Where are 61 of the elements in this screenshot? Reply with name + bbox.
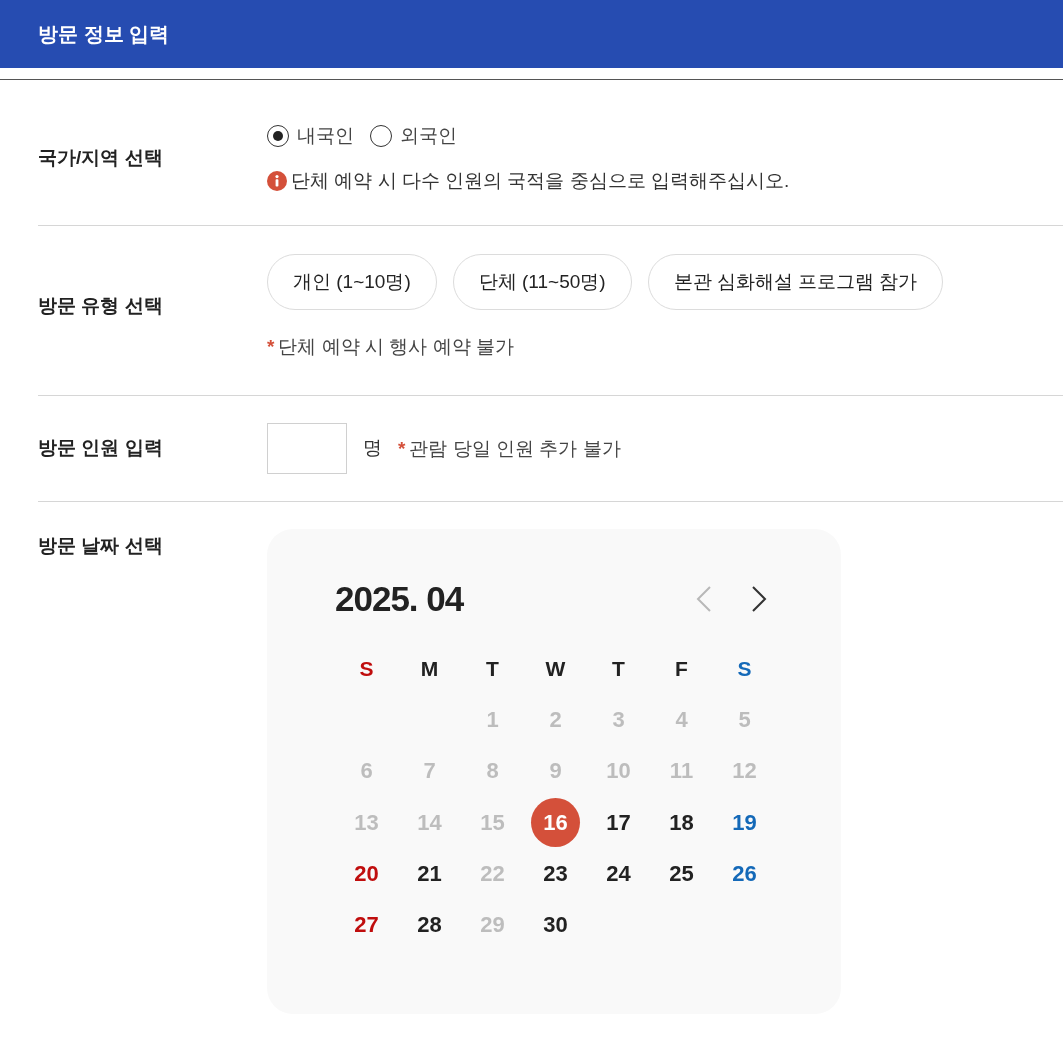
calendar-day[interactable]: 23 <box>531 848 580 898</box>
calendar-day: 15 <box>468 797 517 847</box>
weekday-label: T <box>612 655 625 682</box>
note-text: 관람 당일 인원 추가 불가 <box>409 436 621 461</box>
field-label: 방문 날짜 선택 <box>38 534 164 558</box>
headcount-field[interactable] <box>267 423 347 474</box>
calendar-day[interactable]: 16 <box>531 797 580 847</box>
field-label: 국가/지역 선택 <box>38 146 164 171</box>
visit-type-option[interactable]: 단체 (11~50명) <box>452 254 632 310</box>
weekday-label: S <box>737 655 752 682</box>
calendar-day: 6 <box>342 746 391 796</box>
radio-button[interactable] <box>370 125 392 147</box>
asterisk-mark: * <box>267 335 275 359</box>
calendar-day: 10 <box>594 746 643 796</box>
weekday-label: T <box>486 655 499 682</box>
calendar-day: 7 <box>405 746 454 796</box>
weekday-label: W <box>545 655 566 682</box>
calendar-day: 8 <box>468 746 517 796</box>
visit-type-option[interactable]: 개인 (1~10명) <box>267 254 437 310</box>
radio-button[interactable] <box>267 125 289 147</box>
calendar-day: 2 <box>531 695 580 745</box>
calendar-day[interactable]: 25 <box>657 848 706 898</box>
calendar-day[interactable]: 30 <box>531 900 580 950</box>
calendar-day: 12 <box>720 746 769 796</box>
unit-label: 명 <box>363 436 382 461</box>
chevron-right-icon <box>750 585 768 613</box>
visit-type-option[interactable]: 본관 심화해설 프로그램 참가 <box>647 254 944 310</box>
calendar-day[interactable]: 24 <box>594 848 643 898</box>
calendar-day[interactable]: 18 <box>657 797 706 847</box>
calendar-day[interactable]: 20 <box>342 848 391 898</box>
calendar-day: 3 <box>594 695 643 745</box>
note-text: 단체 예약 시 행사 예약 불가 <box>278 335 514 359</box>
notice-text: 단체 예약 시 다수 인원의 국적을 중심으로 입력해주십시오. <box>291 169 790 193</box>
calendar-day[interactable]: 26 <box>720 848 769 898</box>
radio-option[interactable]: 외국인 <box>370 124 457 148</box>
field-label: 방문 인원 입력 <box>38 436 164 461</box>
info-icon <box>267 171 287 191</box>
calendar-day: 14 <box>405 797 454 847</box>
calendar-day[interactable]: 28 <box>405 900 454 950</box>
calendar-day: 22 <box>468 848 517 898</box>
calendar-day: 11 <box>657 746 706 796</box>
radio-option[interactable]: 내국인 <box>267 124 354 148</box>
weekday-label: S <box>359 655 374 682</box>
calendar-day: 13 <box>342 797 391 847</box>
calendar-day[interactable]: 17 <box>594 797 643 847</box>
month-title: 2025. 04 <box>335 579 464 619</box>
calendar-day: 1 <box>468 695 517 745</box>
calendar-day: 4 <box>657 695 706 745</box>
chevron-left-icon <box>695 585 713 613</box>
calendar-day[interactable]: 27 <box>342 900 391 950</box>
calendar-day: 5 <box>720 695 769 745</box>
field-label: 방문 유형 선택 <box>38 294 164 319</box>
calendar-day[interactable]: 21 <box>405 848 454 898</box>
next-month-button[interactable] <box>750 585 768 613</box>
asterisk-mark: * <box>398 436 406 461</box>
weekday-label: M <box>420 655 439 682</box>
page-title: 방문 정보 입력 <box>38 22 170 47</box>
calendar-day[interactable]: 19 <box>720 797 769 847</box>
calendar-day: 29 <box>468 900 517 950</box>
weekday-label: F <box>675 655 688 682</box>
calendar-day: 9 <box>531 746 580 796</box>
